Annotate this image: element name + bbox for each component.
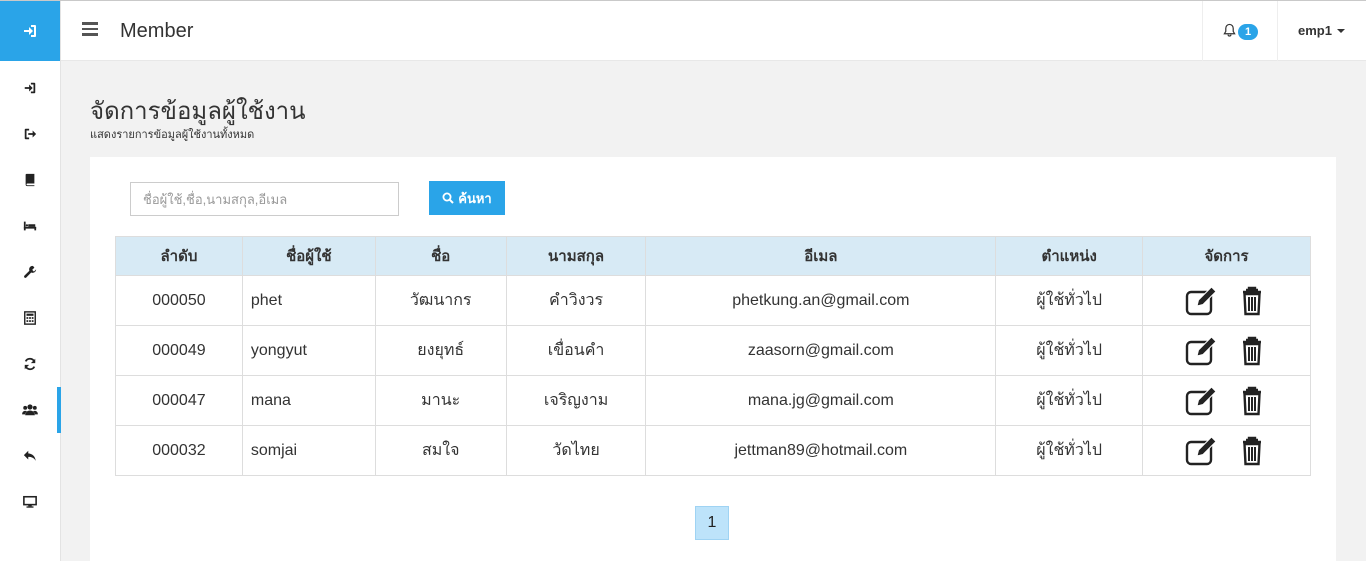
column-header-index[interactable]: ลำดับ [115,236,243,276]
sidebar-item-refresh[interactable] [0,341,60,387]
table-header-row: ลำดับ ชื่อผู้ใช้ ชื่อ นามสกุล อีเมล ตำแห… [115,236,1311,276]
sign-in-icon [24,25,36,37]
sign-out-icon [24,128,37,140]
sidebar-item-bed[interactable] [0,203,60,249]
pagination-page-button[interactable]: 1 [695,506,729,540]
hamburger-menu-icon[interactable] [82,22,98,36]
sign-in-icon [24,82,36,94]
column-header-username[interactable]: ชื่อผู้ใช้ [241,236,376,276]
cell-position: ผู้ใช้ทั่วไป [995,275,1144,326]
cell-lastname: เจริญงาม [505,375,647,426]
table-row: 000047 mana มานะ เจริญงาม mana.jg@gmail.… [115,375,1311,426]
cell-lastname: วัดไทย [505,425,647,476]
cell-firstname: มานะ [374,375,507,426]
cell-lastname: คำวิงวร [505,275,647,326]
cell-username: somjai [241,425,376,476]
table-row: 000032 somjai สมใจ วัดไทย jettman89@hotm… [115,425,1311,476]
search-button-label: ค้นหา [458,190,492,206]
sidebar-item-calculator[interactable] [0,295,60,341]
top-navbar: Member 1 emp1 [61,1,1366,61]
edit-icon[interactable] [1185,435,1219,466]
refresh-icon [24,357,36,371]
cell-email: mana.jg@gmail.com [645,375,997,426]
trash-icon[interactable] [1235,286,1269,316]
sidebar-brand[interactable] [0,1,60,61]
sidebar-item-logout[interactable] [0,111,60,157]
column-header-lastname[interactable]: นามสกุล [505,236,647,276]
cell-actions [1142,275,1311,326]
cell-lastname: เขื่อนคำ [505,325,647,376]
sidebar-item-desktop[interactable] [0,479,60,525]
search-icon [442,192,454,204]
column-header-firstname[interactable]: ชื่อ [374,236,507,276]
cell-email: phetkung.an@gmail.com [645,275,997,326]
column-header-email[interactable]: อีเมล [645,236,997,276]
users-icon [22,404,38,416]
sidebar-item-members[interactable] [0,387,61,433]
sidebar-menu [0,65,61,525]
sidebar-item-login[interactable] [0,65,60,111]
caret-down-icon [1336,28,1345,33]
edit-icon[interactable] [1185,285,1219,316]
bed-icon [23,221,37,231]
cell-firstname: วัฒนากร [374,275,507,326]
sidebar-item-reply[interactable] [0,433,60,479]
column-header-actions: จัดการ [1142,236,1311,276]
search-button[interactable]: ค้นหา [429,181,505,215]
trash-icon[interactable] [1235,386,1269,416]
cell-firstname: สมใจ [374,425,507,476]
navbar-title: Member [120,20,194,42]
content-panel: ค้นหา ลำดับ ชื่อผู้ใช้ ชื่อ นามสกุล อีเม… [90,157,1336,561]
sidebar [0,1,61,561]
cell-actions [1142,425,1311,476]
edit-icon[interactable] [1185,335,1219,366]
wrench-icon [24,265,37,278]
cell-firstname: ยงยุทธ์ [374,325,507,376]
reply-icon [23,450,36,461]
cell-actions [1142,375,1311,426]
cell-position: ผู้ใช้ทั่วไป [995,325,1144,376]
book-icon [25,173,35,187]
users-table: ลำดับ ชื่อผู้ใช้ ชื่อ นามสกุล อีเมล ตำแห… [115,236,1311,476]
notification-badge: 1 [1238,24,1258,40]
sidebar-item-settings[interactable] [0,249,60,295]
cell-index: 000049 [115,325,243,376]
user-menu[interactable]: emp1 [1298,23,1345,38]
cell-email: jettman89@hotmail.com [645,425,997,476]
edit-icon[interactable] [1185,385,1219,416]
cell-index: 000032 [115,425,243,476]
cell-position: ผู้ใช้ทั่วไป [995,375,1144,426]
table-row: 000049 yongyut ยงยุทธ์ เขื่อนคำ zaasorn@… [115,325,1311,376]
cell-actions [1142,325,1311,376]
notification-button[interactable]: 1 [1202,1,1278,61]
trash-icon[interactable] [1235,336,1269,366]
trash-icon[interactable] [1235,436,1269,466]
sidebar-item-book[interactable] [0,157,60,203]
cell-position: ผู้ใช้ทั่วไป [995,425,1144,476]
desktop-icon [23,495,37,508]
column-header-position[interactable]: ตำแหน่ง [995,236,1144,276]
user-name: emp1 [1298,23,1332,38]
cell-index: 000047 [115,375,243,426]
cell-username: mana [241,375,376,426]
page-subtitle: แสดงรายการข้อมูลผู้ใช้งานทั้งหมด [90,129,255,141]
bell-icon [1223,23,1236,37]
table-row: 000050 phet วัฒนากร คำวิงวร phetkung.an@… [115,275,1311,326]
calculator-icon [24,311,36,325]
cell-email: zaasorn@gmail.com [645,325,997,376]
search-input[interactable] [130,182,399,216]
cell-index: 000050 [115,275,243,326]
table-body: 000050 phet วัฒนากร คำวิงวร phetkung.an@… [115,275,1311,476]
cell-username: yongyut [241,325,376,376]
cell-username: phet [241,275,376,326]
